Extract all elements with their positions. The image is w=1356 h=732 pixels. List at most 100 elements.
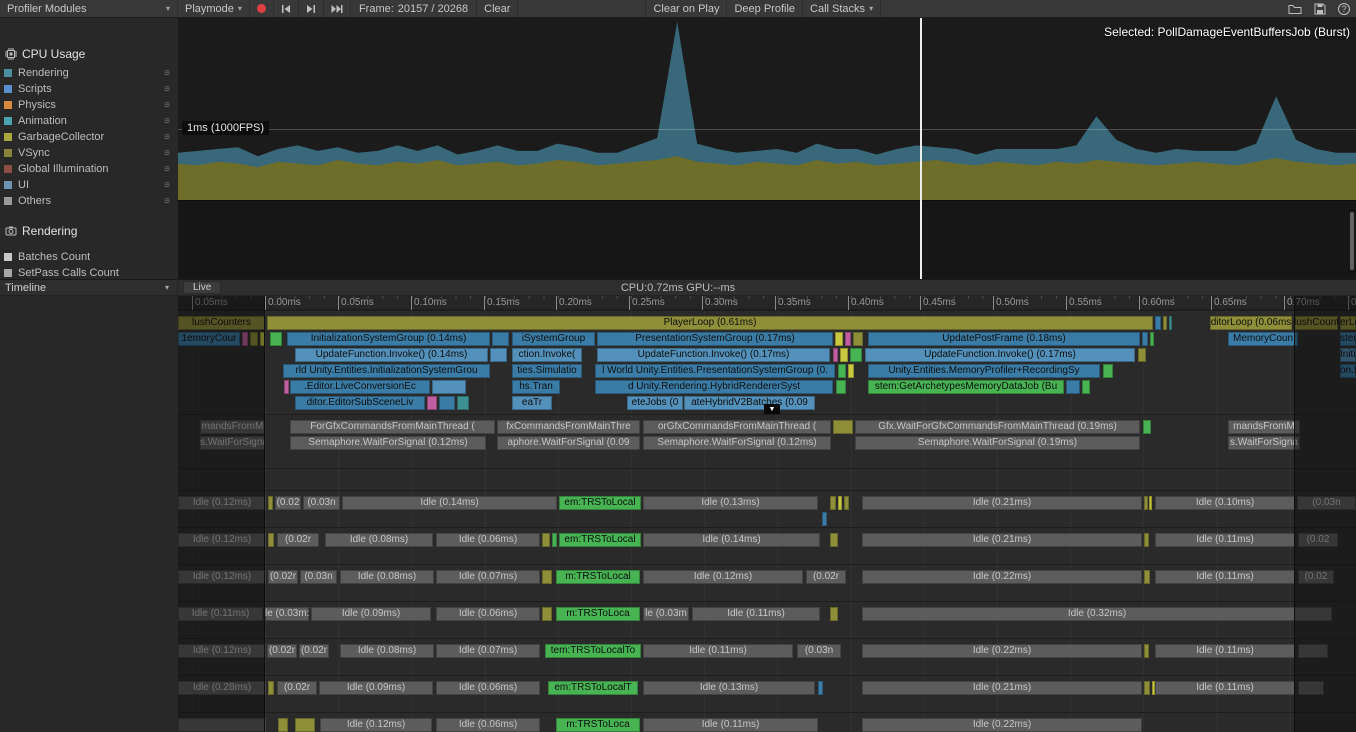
- thread-track-worker-1[interactable]: Idle (0.12ms) (0.02r Idle (0.08ms) Idle (0.…: [178, 528, 1356, 564]
- timeline-span[interactable]: orGfxCommandsFromMainThread (: [643, 420, 831, 434]
- timeline-span[interactable]: (0.02r: [267, 644, 297, 658]
- timeline-span[interactable]: Idle (0.11ms): [643, 718, 818, 732]
- thread-track-job[interactable]: [178, 469, 1356, 490]
- drag-handle-icon[interactable]: ≡: [164, 116, 170, 127]
- timeline-span[interactable]: [830, 533, 838, 547]
- timeline-span[interactable]: [1082, 380, 1090, 394]
- timeline-span[interactable]: erLoop (0.: [1340, 316, 1356, 330]
- timeline-span[interactable]: Idle (0.11ms): [1155, 681, 1295, 695]
- save-profile-button[interactable]: [1308, 0, 1332, 17]
- timeline-span[interactable]: Idle (0.06ms): [436, 533, 540, 547]
- timeline-span[interactable]: (0.03n: [1297, 496, 1356, 510]
- timeline-span[interactable]: [1149, 496, 1152, 510]
- legend-garbagecollector[interactable]: GarbageCollector ≡: [4, 129, 176, 145]
- timeline-span[interactable]: (0.03n: [300, 570, 337, 584]
- timeline-span[interactable]: Idle (0.11ms): [1155, 644, 1295, 658]
- timeline-span[interactable]: [552, 533, 557, 547]
- timeline-span[interactable]: Idle (0.07ms): [436, 644, 540, 658]
- timeline-span[interactable]: (0.02r: [277, 533, 319, 547]
- timeline-span[interactable]: Idle (0.21ms): [862, 496, 1142, 510]
- timeline-span[interactable]: [1298, 681, 1324, 695]
- module-header-cpu-usage[interactable]: CPU Usage: [5, 46, 85, 62]
- timeline-span[interactable]: le (0.03m: [643, 607, 689, 621]
- timeline-span[interactable]: Gfx.WaitForGfxCommandsFromMainThread (0.…: [855, 420, 1140, 434]
- timeline-span[interactable]: [268, 533, 274, 547]
- timeline-span[interactable]: [1144, 496, 1148, 510]
- module-scrollbar[interactable]: [1350, 212, 1354, 270]
- timeline-span[interactable]: Idle (0.11ms): [643, 644, 793, 658]
- timeline-span[interactable]: UpdateFunction.Invoke() (0.17ms): [865, 348, 1135, 362]
- timeline-span[interactable]: lushCounters: [178, 316, 265, 330]
- timeline-span[interactable]: [840, 348, 848, 362]
- current-frame-indicator[interactable]: [920, 18, 922, 279]
- timeline-span[interactable]: tem:TRSToLocalTo: [545, 644, 641, 658]
- timeline-span[interactable]: rld Unity.Entities.InitializationSystemG…: [283, 364, 490, 378]
- timeline-span[interactable]: Idle (0.22ms): [862, 644, 1142, 658]
- timeline-span[interactable]: stem:GetArchetypesMemoryDataJob (Bu: [868, 380, 1064, 394]
- timeline-span[interactable]: Idle (0.07ms): [436, 570, 540, 584]
- timeline-span[interactable]: [242, 332, 248, 346]
- timeline-span[interactable]: [1144, 570, 1150, 584]
- view-mode-dropdown[interactable]: Timeline ▾: [0, 280, 178, 295]
- timeline-span[interactable]: on.Inv: [1340, 364, 1356, 378]
- load-profile-button[interactable]: [1282, 0, 1308, 17]
- timeline-span[interactable]: Idle (0.11ms): [692, 607, 820, 621]
- legend-physics[interactable]: Physics ≡: [4, 97, 176, 113]
- legend-global-illumination[interactable]: Global Illumination ≡: [4, 161, 176, 177]
- timeline-span[interactable]: 1emoryCour: [178, 332, 240, 346]
- timeline-span[interactable]: [838, 364, 846, 378]
- timeline-span[interactable]: UpdateFunction.Invoke() (0.14ms): [295, 348, 488, 362]
- timeline-span[interactable]: [818, 681, 823, 695]
- timeline-span[interactable]: fxCommandsFromMainThre: [497, 420, 640, 434]
- thread-track-worker-2[interactable]: Idle (0.12ms) (0.02r (0.03n Idle (0.08ms) Id…: [178, 565, 1356, 601]
- timeline-span[interactable]: Idle (0.12ms): [178, 533, 266, 547]
- timeline-span[interactable]: [270, 332, 282, 346]
- timeline-span[interactable]: Idle (0.14ms): [643, 533, 820, 547]
- timeline-span[interactable]: (0.02r: [268, 570, 298, 584]
- playmode-dropdown[interactable]: Playmode ▾: [178, 0, 250, 17]
- timeline-span[interactable]: [492, 332, 509, 346]
- timeline-span[interactable]: [1169, 316, 1172, 330]
- thread-track-worker-0[interactable]: Idle (0.12ms) (0.02 (0.03n Idle (0.14ms) em:…: [178, 491, 1356, 527]
- legend-ui[interactable]: UI ≡: [4, 177, 176, 193]
- timeline-span[interactable]: (0.02: [1298, 533, 1338, 547]
- thread-track-worker-5[interactable]: Idle (0.28ms) (0.02r Idle (0.09ms) Idle (0.…: [178, 676, 1356, 712]
- timeline-span[interactable]: [268, 681, 274, 695]
- timeline-span[interactable]: Idle (0.08ms): [325, 533, 433, 547]
- timeline-span[interactable]: Idle (0.06ms): [436, 681, 540, 695]
- timeline-span[interactable]: em:TRSToLocal: [559, 496, 641, 510]
- timeline-span[interactable]: Idle (0.12ms): [178, 496, 266, 510]
- drag-handle-icon[interactable]: ≡: [164, 68, 170, 79]
- timeline-span[interactable]: [427, 396, 437, 410]
- timeline-span[interactable]: [490, 348, 507, 362]
- timeline-span[interactable]: [1144, 533, 1149, 547]
- timeline-span[interactable]: Initiali: [1340, 348, 1356, 362]
- timeline-span[interactable]: s.WaitForSigna: [1228, 436, 1300, 450]
- timeline-span[interactable]: [845, 332, 851, 346]
- timeline-span[interactable]: Semaphore.WaitForSignal (0.12ms): [643, 436, 831, 450]
- timeline-span[interactable]: Idle (0.12ms): [178, 570, 266, 584]
- timeline-span[interactable]: Idle (0.12ms): [320, 718, 432, 732]
- legend-vsync[interactable]: VSync ≡: [4, 145, 176, 161]
- drag-handle-icon[interactable]: ≡: [164, 164, 170, 175]
- timeline-span[interactable]: [835, 332, 843, 346]
- timeline-span[interactable]: [457, 396, 469, 410]
- timeline-span[interactable]: [1143, 420, 1151, 434]
- timeline-span[interactable]: stem: [1340, 332, 1356, 346]
- timeline-span[interactable]: mandsFromM: [200, 420, 265, 434]
- timeline-span[interactable]: eteJobs (0: [627, 396, 683, 410]
- drag-handle-icon[interactable]: ≡: [164, 132, 170, 143]
- legend-animation[interactable]: Animation ≡: [4, 113, 176, 129]
- timeline-span[interactable]: Idle (0.12ms): [643, 570, 803, 584]
- charts-area[interactable]: 1ms (1000FPS) Selected: PollDamageEventB…: [178, 18, 1356, 279]
- timeline-span[interactable]: (0.02r: [299, 644, 329, 658]
- timeline-span[interactable]: [260, 332, 265, 346]
- timeline-span[interactable]: Idle (0.11ms): [178, 607, 263, 621]
- timeline-span[interactable]: (0.03n: [303, 496, 340, 510]
- timeline-span[interactable]: Idle (0.08ms): [340, 644, 434, 658]
- legend-batches-count[interactable]: Batches Count: [4, 249, 176, 265]
- timeline-span[interactable]: ateHybridV2Batches (0.09: [684, 396, 815, 410]
- timeline-span[interactable]: d Unity.Rendering.HybridRendererSyst: [595, 380, 833, 394]
- timeline-span[interactable]: [853, 332, 863, 346]
- timeline-span[interactable]: lushCounters: [1294, 316, 1338, 330]
